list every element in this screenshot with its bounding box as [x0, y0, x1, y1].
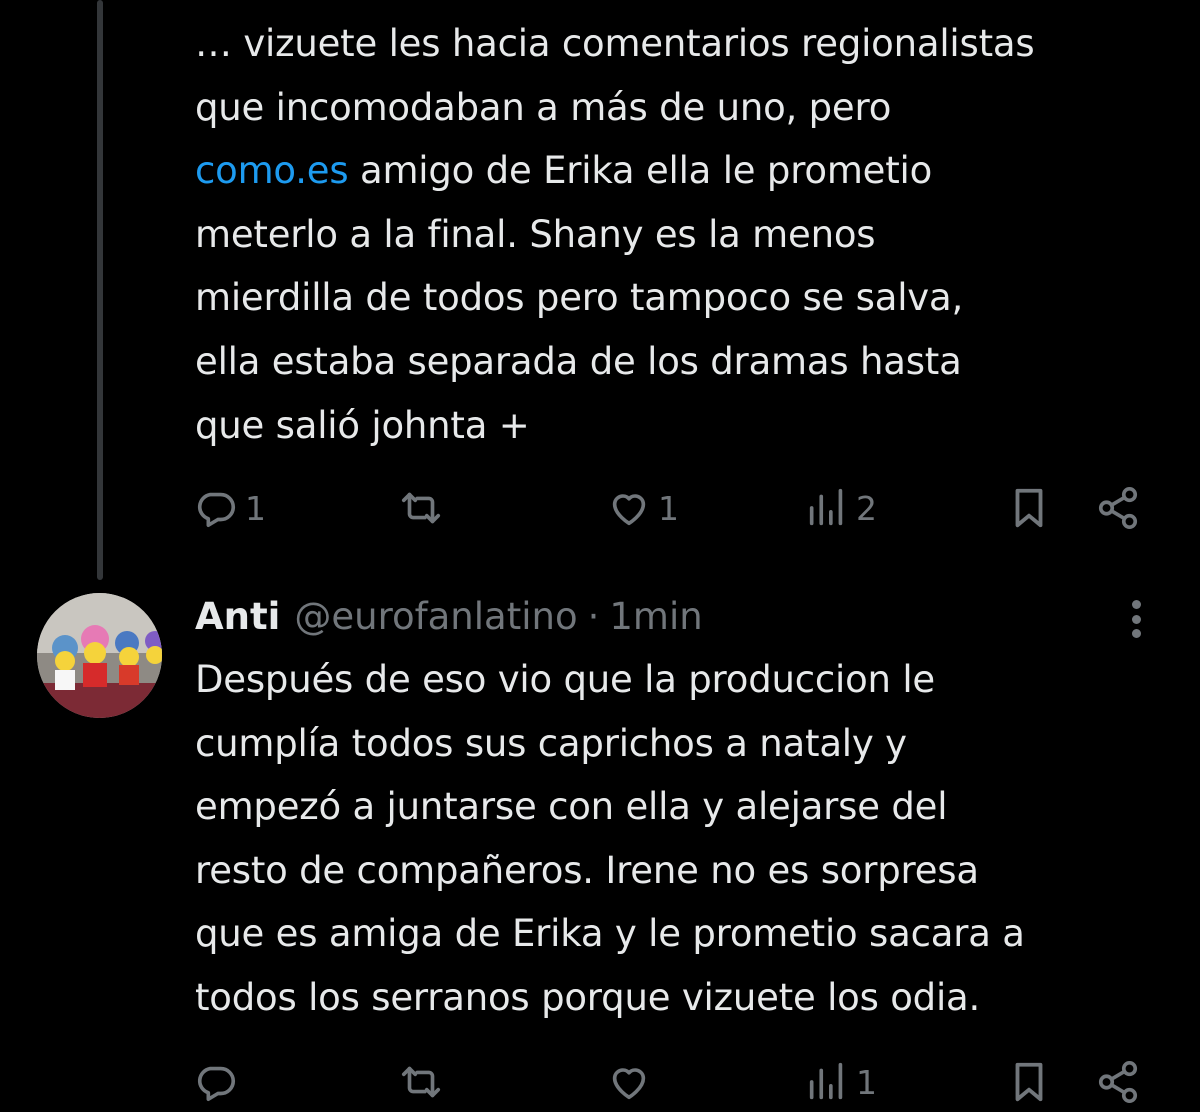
share-icon [1098, 1061, 1138, 1103]
heart-icon [612, 494, 646, 526]
bookmark-icon [1015, 488, 1043, 528]
avatar-image [37, 593, 162, 718]
share-button[interactable] [1095, 1052, 1141, 1112]
reply-button[interactable] [193, 1052, 239, 1112]
tweet-1-line: mierdilla de todos pero tampoco se salva… [195, 276, 964, 320]
like-button[interactable]: 1 [606, 478, 679, 538]
share-icon [1098, 487, 1138, 529]
retweet-icon [401, 492, 441, 524]
more-icon-dot [1131, 600, 1141, 609]
author-name[interactable]: Anti [195, 595, 280, 638]
tweet-1-line: como.es amigo de Erika ella le prometio [195, 139, 1034, 203]
heart-icon [612, 1068, 646, 1100]
separator-dot: · [587, 594, 600, 638]
tweet-1-line: … vizuete les hacia comentarios regional… [195, 22, 1035, 65]
reply-icon [197, 1066, 236, 1102]
bookmark-button[interactable] [1006, 1052, 1052, 1112]
reply-icon [197, 492, 236, 528]
tweet-2-line: Después de eso vio que la produccion le [195, 658, 935, 701]
bookmark-button[interactable] [1006, 478, 1052, 538]
tweet-2-action-bar: 1 [0, 1052, 1200, 1112]
tweet-1-line: meterlo a la final. Shany es la menos [195, 212, 876, 256]
tweet-2-header: Anti @eurofanlatino · 1min [195, 586, 703, 646]
reply-button[interactable]: 1 [193, 478, 266, 538]
tweet-1-line: ella estaba separada de los dramas hasta [195, 339, 962, 383]
tweet-2-line: empezó a juntarse con ella y alejarse de… [195, 785, 948, 829]
bookmark-icon [1015, 1062, 1043, 1102]
tweet-2-line: que es amiga de Erika y le prometio saca… [195, 912, 1025, 956]
tweet-2-line: resto de compañeros. Irene no es sorpres… [195, 848, 979, 892]
more-icon-dot [1131, 614, 1141, 624]
analytics-icon [809, 488, 843, 526]
like-count: 1 [658, 488, 679, 528]
more-options-button[interactable] [1118, 596, 1154, 642]
retweet-button[interactable] [398, 1052, 444, 1112]
tweet-1-text: … vizuete les hacia comentarios regional… [195, 12, 1035, 457]
avatar[interactable] [37, 593, 162, 718]
more-icon-dot [1131, 629, 1141, 638]
timestamp[interactable]: 1min [609, 595, 702, 638]
tweet-2-line: cumplía todos sus caprichos a nataly y [195, 721, 907, 765]
tweet-1-line: que incomodaban a más de uno, pero [195, 85, 892, 129]
retweet-button[interactable] [398, 478, 444, 538]
views-button[interactable]: 1 [804, 1052, 877, 1112]
share-button[interactable] [1095, 478, 1141, 538]
tweet-1-link[interactable]: como.es [195, 149, 349, 192]
retweet-icon [401, 1066, 441, 1098]
views-button[interactable]: 2 [804, 478, 877, 538]
tweet-2-line: todos los serranos porque vizuete los od… [195, 975, 981, 1019]
tweet-1-line: que salió johnta + [195, 403, 530, 447]
views-count: 2 [856, 488, 877, 528]
author-handle[interactable]: @eurofanlatino [294, 595, 577, 638]
reply-count: 1 [245, 488, 266, 528]
like-button[interactable] [606, 1052, 652, 1112]
tweet-1-action-bar: 1 1 2 [0, 478, 1200, 538]
tweet-1-line-rest: amigo de Erika ella le prometio [359, 149, 933, 193]
tweet-2-text: Después de eso vio que la produccion le … [195, 648, 1025, 1030]
analytics-icon [809, 1062, 843, 1100]
